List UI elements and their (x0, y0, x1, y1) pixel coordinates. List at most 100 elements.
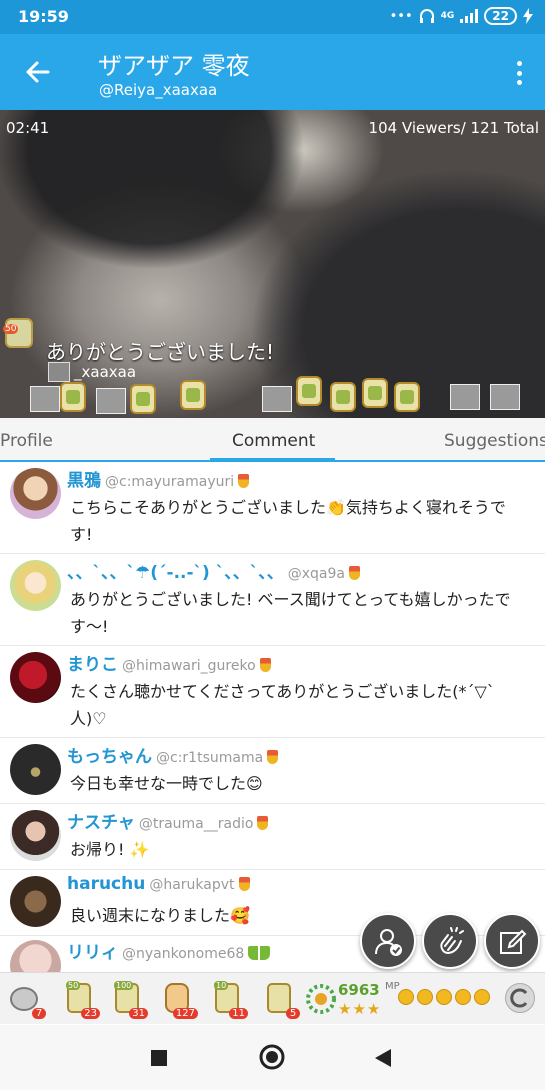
gift-badge: 50 (3, 318, 33, 348)
more-notifications-icon: ••• (389, 8, 413, 24)
mp-points: 6963 MP (338, 981, 400, 999)
gift-count: 7 (32, 1008, 46, 1019)
coin-icon (398, 989, 414, 1005)
write-comment-button[interactable] (484, 913, 540, 969)
gift-photo (262, 386, 292, 412)
gift-item[interactable]: 50 23 (62, 981, 100, 1019)
gift-count: 5 (286, 1008, 300, 1019)
video-caption: ありがとうございました! (46, 340, 275, 364)
tab-profile[interactable]: Profile (0, 431, 53, 451)
user-avatar[interactable] (10, 876, 61, 927)
status-time: 19:59 (18, 7, 69, 26)
user-avatar[interactable] (10, 940, 61, 972)
home-button[interactable] (259, 1044, 285, 1074)
gift-photo (96, 388, 126, 414)
gift-bar: 7 50 23 100 31 127 10 11 5 6963 MP ★★★ (0, 972, 545, 1024)
more-dot-icon (516, 80, 522, 85)
comment-text: 今日も幸せな一時でした😊 (70, 774, 263, 793)
comment-list[interactable]: 黒鴉 @c:mayuramayuri こちらこそありがとうございました👏気持ちよく… (0, 462, 545, 972)
gift-photo (30, 386, 60, 412)
disc-gift-icon (10, 987, 38, 1011)
gift-animation-row (0, 372, 545, 418)
comment-author[interactable]: haruchu (67, 874, 145, 894)
coin-icon (436, 989, 452, 1005)
status-icons: ••• 4G 22 (390, 7, 533, 25)
comment-handle: @c:mayuramayuri (105, 474, 235, 490)
gift-badge-value: 50 (3, 324, 19, 334)
app-bar: ザアザア 零夜 @Reiya_xaaxaa (0, 34, 545, 110)
comment-item: ナスチャ @trauma__radio お帰り! ✨ (0, 804, 545, 870)
comment-text: こちらこそありがとうございました👏気持ちよく寝れそうです! (70, 498, 506, 544)
comment-handle: @harukapvt (149, 877, 235, 893)
viewer-count: 104 Viewers/ 121 Total (368, 119, 539, 137)
comment-handle: @nyankonome68 (122, 946, 245, 962)
comment-text: ありがとうございました! ベース聞けてとっても嬉しかったです〜! (70, 590, 511, 636)
gift-count: 11 (229, 1008, 248, 1019)
medal-icon (267, 750, 279, 764)
system-nav-bar (0, 1025, 545, 1090)
gift-item[interactable]: 100 31 (110, 981, 148, 1019)
back-button[interactable] (22, 56, 54, 88)
tea-gift-icon (362, 378, 388, 408)
active-tab-indicator (210, 458, 335, 461)
clap-button[interactable] (422, 913, 478, 969)
live-video[interactable]: 02:41 104 Viewers/ 121 Total 50 ありがとうござい… (0, 110, 545, 418)
medal-icon (238, 474, 250, 488)
follow-user-button[interactable] (360, 913, 416, 969)
coin-gauge (398, 989, 490, 1005)
tea-gift-icon (394, 382, 420, 412)
gift-count: 31 (129, 1008, 148, 1019)
arrow-left-icon (26, 61, 50, 83)
triangle-back-icon (375, 1049, 391, 1067)
headphones-icon (419, 9, 434, 23)
comment-author[interactable]: まりこ (67, 655, 118, 675)
refresh-icon (510, 988, 528, 1008)
status-bar: 19:59 ••• 4G 22 (0, 0, 545, 34)
user-avatar[interactable] (10, 468, 61, 519)
user-avatar[interactable] (10, 744, 61, 795)
rank-stars: ★★★ (338, 1000, 382, 1018)
comment-item: もっちゃん @c:r1tsumama 今日も幸せな一時でした😊 (0, 738, 545, 804)
recents-button[interactable] (150, 1049, 168, 1071)
coin-icon (417, 989, 433, 1005)
comment-item: 、、`、、`☂(´-..-`) `、、`、、 @xqa9a ありがとうございました… (0, 554, 545, 646)
user-avatar[interactable] (10, 810, 61, 861)
comment-text: お帰り! ✨ (70, 840, 150, 859)
square-icon (151, 1050, 167, 1066)
refresh-button[interactable] (505, 983, 535, 1013)
tab-comment[interactable]: Comment (232, 431, 315, 451)
gift-item[interactable]: 7 (8, 981, 46, 1019)
comment-text: たくさん聴かせてくださってありがとうございました(*´▽`人)♡ (70, 682, 495, 728)
user-avatar[interactable] (10, 560, 61, 611)
gift-label: 10 (214, 981, 229, 990)
tea-gift-icon (180, 380, 206, 410)
comment-handle: @c:r1tsumama (156, 750, 264, 766)
comment-author[interactable]: リリィ (67, 943, 118, 963)
tea-gift-icon (60, 382, 86, 412)
more-options-button[interactable] (513, 58, 525, 88)
comment-author[interactable]: 、、`、、`☂(´-..-`) `、、`、、 (67, 563, 284, 583)
user-avatar[interactable] (10, 652, 61, 703)
page-title: ザアザア 零夜 (98, 52, 250, 80)
comment-author[interactable]: 黒鴉 (67, 471, 101, 491)
comment-author[interactable]: もっちゃん (67, 747, 152, 767)
medal-icon (257, 816, 269, 830)
medal-icon (248, 946, 271, 960)
rank-badge-icon (306, 984, 336, 1014)
charging-icon (523, 8, 533, 24)
comment-item: まりこ @himawari_gureko たくさん聴かせてくださってありがとうござ… (0, 646, 545, 738)
gift-item[interactable]: 10 11 (210, 981, 248, 1019)
more-dot-icon (516, 61, 522, 66)
comment-author[interactable]: ナスチャ (67, 813, 135, 833)
gift-photo (490, 384, 520, 410)
comment-handle: @trauma__radio (138, 816, 254, 832)
medal-icon (259, 658, 271, 672)
gift-item[interactable]: 127 (160, 981, 198, 1019)
mp-value: 6963 (338, 981, 380, 999)
back-nav-button[interactable] (374, 1048, 392, 1072)
page-subtitle[interactable]: @Reiya_xaaxaa (99, 81, 217, 99)
network-type: 4G (440, 11, 455, 21)
comment-handle: @himawari_gureko (122, 658, 256, 674)
tab-suggestions[interactable]: Suggestions (444, 431, 545, 451)
gift-item[interactable]: 5 (262, 981, 300, 1019)
